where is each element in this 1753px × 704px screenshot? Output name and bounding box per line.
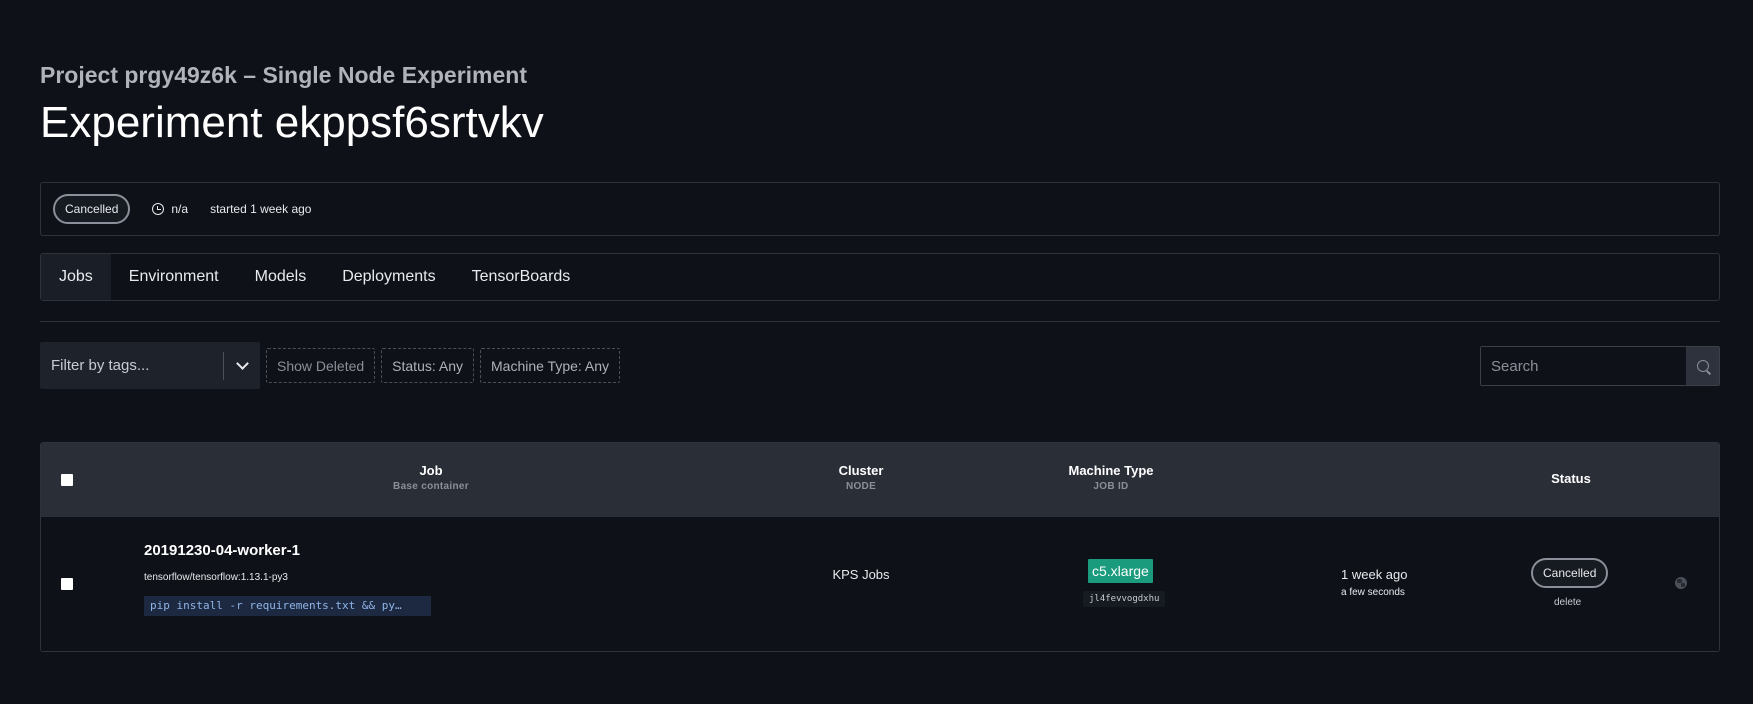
search-box: Search [1480,346,1720,386]
machine-type-badge: c5.xlarge [1088,559,1153,583]
column-status: Status [1521,471,1621,486]
clock-icon [152,203,165,215]
column-cluster-sublabel: NODE [845,481,877,492]
delete-link[interactable]: delete [1554,597,1581,608]
divider [40,321,1720,322]
globe-icon[interactable] [1675,577,1687,589]
job-cluster: KPS Jobs [832,567,890,582]
tab-deployments[interactable]: Deployments [324,254,453,300]
duration-value: n/a [171,202,189,216]
search-button[interactable] [1686,347,1719,385]
duration: n/a [152,202,188,216]
status-badge: Cancelled [53,194,131,224]
tab-models[interactable]: Models [237,254,325,300]
select-all-checkbox[interactable] [61,474,73,486]
column-machine-label: Machine Type [1068,463,1154,478]
column-cluster: Cluster NODE [811,463,911,492]
tag-filter-placeholder: Filter by tags... [51,357,150,374]
job-duration: a few seconds [1341,587,1405,598]
job-name[interactable]: 20191230-04-worker-1 [144,542,300,559]
column-machine-sublabel: JOB ID [1093,481,1129,492]
experiment-tabs: Jobs Environment Models Deployments Tens… [40,253,1720,301]
project-title: Project prgy49z6k – Single Node Experime… [40,62,527,88]
chevron-down-icon[interactable] [224,356,260,370]
search-input[interactable]: Search [1481,347,1686,385]
table-row[interactable]: 20191230-04-worker-1 tensorflow/tensorfl… [41,517,1719,651]
column-status-label: Status [1551,471,1591,486]
status-filter-button[interactable]: Status: Any [381,348,474,383]
job-status-badge: Cancelled [1531,558,1609,588]
started-time: started 1 week ago [210,202,312,216]
show-deleted-button[interactable]: Show Deleted [266,348,376,383]
tab-tensorboards[interactable]: TensorBoards [454,254,589,300]
job-command: pip install -r requirements.txt && py… [144,596,431,616]
table-header: Job Base container Cluster NODE Machine … [41,443,1719,517]
tab-environment[interactable]: Environment [111,254,237,300]
column-cluster-label: Cluster [838,463,884,478]
job-id: jl4fevvogdxhu [1083,591,1166,607]
machine-type-filter-button[interactable]: Machine Type: Any [480,348,621,383]
column-job-label: Job [419,463,443,478]
experiment-info-bar: Cancelled n/a started 1 week ago [40,182,1720,236]
tab-jobs[interactable]: Jobs [41,254,111,300]
experiment-title: Experiment ekppsf6srtvkv [40,98,544,147]
job-started-time: 1 week ago [1341,567,1408,582]
column-machine-type: Machine Type JOB ID [1051,463,1171,492]
filter-bar: Filter by tags... Show Deleted Status: A… [40,342,621,389]
column-job: Job Base container [381,463,481,492]
jobs-table: Job Base container Cluster NODE Machine … [40,442,1720,652]
tag-filter-select[interactable]: Filter by tags... [40,342,260,389]
search-icon [1696,360,1709,372]
job-container: tensorflow/tensorflow:1.13.1-py3 [144,572,288,583]
row-checkbox[interactable] [61,578,73,590]
column-job-sublabel: Base container [393,481,469,492]
